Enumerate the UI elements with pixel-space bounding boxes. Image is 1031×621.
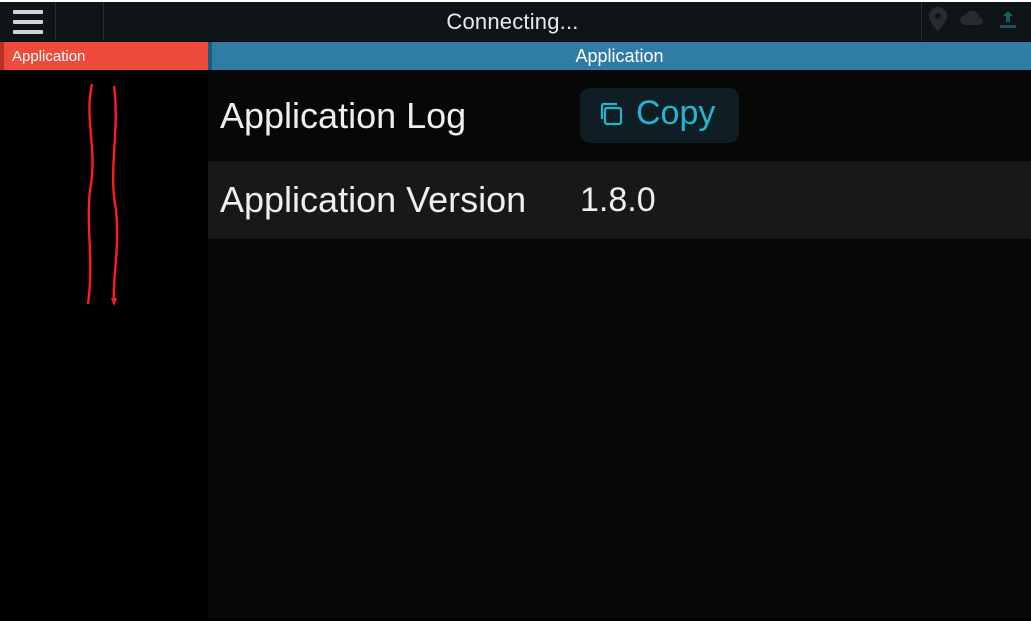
copy-button-label: Copy bbox=[636, 94, 715, 133]
tab-application-header[interactable]: Application bbox=[208, 42, 1031, 70]
location-pin-icon[interactable] bbox=[928, 7, 948, 36]
tab-left-label: Application bbox=[12, 48, 85, 65]
row-application-log: Application Log Copy bbox=[208, 70, 1031, 161]
title-right-icons bbox=[921, 2, 1031, 41]
row-label-application-log: Application Log bbox=[220, 95, 580, 137]
row-application-version: Application Version 1.8.0 bbox=[208, 161, 1031, 239]
title-spacer bbox=[56, 2, 104, 41]
annotation-drawing bbox=[64, 80, 144, 310]
application-version-value: 1.8.0 bbox=[580, 181, 656, 220]
content-panel: Application Log Copy Application Version… bbox=[208, 70, 1031, 619]
hamburger-icon bbox=[13, 7, 43, 37]
tab-bar: Application Application bbox=[0, 42, 1031, 70]
connection-status: Connecting... bbox=[104, 2, 921, 41]
cloud-icon[interactable] bbox=[959, 9, 985, 34]
tab-application-active[interactable]: Application bbox=[0, 42, 208, 70]
row-label-application-version: Application Version bbox=[220, 179, 580, 221]
tab-right-label: Application bbox=[575, 46, 663, 67]
copy-button[interactable]: Copy bbox=[580, 88, 739, 143]
copy-icon bbox=[596, 99, 626, 129]
main-area: Application Log Copy Application Version… bbox=[0, 70, 1031, 619]
title-bar: Connecting... bbox=[0, 2, 1031, 42]
menu-button[interactable] bbox=[0, 2, 56, 41]
upload-icon[interactable] bbox=[997, 8, 1019, 35]
side-column bbox=[0, 70, 208, 619]
